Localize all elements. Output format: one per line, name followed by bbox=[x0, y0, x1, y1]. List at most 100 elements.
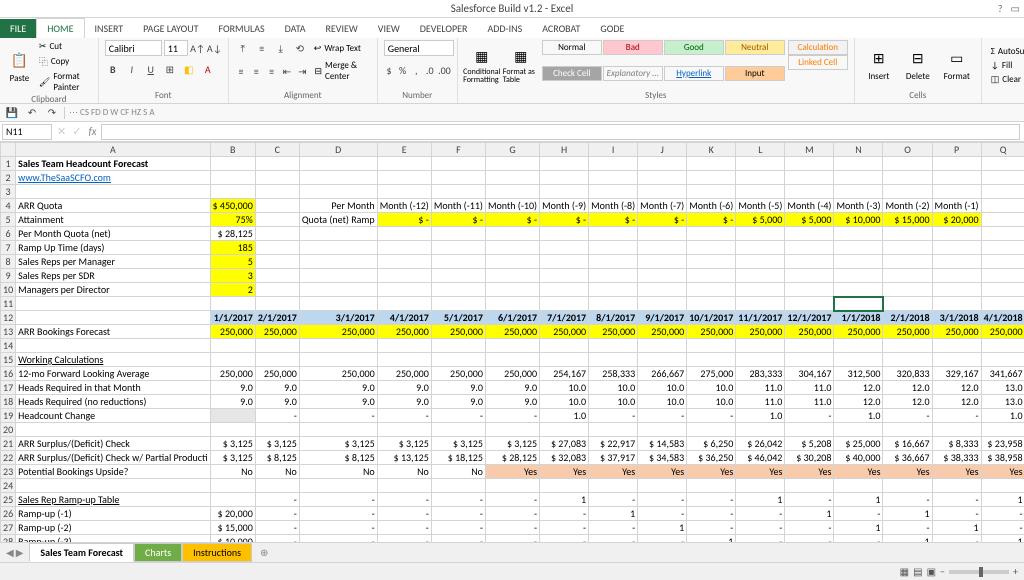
cell[interactable] bbox=[638, 241, 687, 255]
cell[interactable] bbox=[255, 227, 299, 241]
cell[interactable] bbox=[377, 227, 431, 241]
tab-acrobat[interactable]: ACROBAT bbox=[532, 19, 590, 38]
cell[interactable]: $ 8,125 bbox=[299, 451, 377, 465]
col-header[interactable]: D bbox=[299, 143, 377, 157]
cell[interactable]: 9.0 bbox=[431, 395, 485, 409]
cell[interactable] bbox=[687, 283, 736, 297]
cell[interactable] bbox=[589, 185, 638, 199]
cell[interactable]: $ - bbox=[377, 213, 431, 227]
cell[interactable]: Yes bbox=[981, 465, 1024, 479]
cell[interactable]: Managers per Director bbox=[16, 283, 210, 297]
cell[interactable]: 254,167 bbox=[540, 367, 589, 381]
cell[interactable] bbox=[299, 339, 377, 353]
cell[interactable] bbox=[736, 185, 785, 199]
cell[interactable]: 8/1/2017 bbox=[589, 311, 638, 325]
cell[interactable] bbox=[883, 353, 932, 367]
cell[interactable]: 1 bbox=[883, 507, 932, 521]
cell[interactable] bbox=[255, 269, 299, 283]
cell[interactable]: Ramp-up (-2) bbox=[16, 521, 210, 535]
cell[interactable]: $ 5,000 bbox=[785, 213, 834, 227]
cell[interactable]: Heads Required in that Month bbox=[16, 381, 210, 395]
cell[interactable]: $ 3,125 bbox=[299, 437, 377, 451]
cell[interactable]: 250,000 bbox=[299, 325, 377, 339]
cell[interactable]: $ 27,083 bbox=[540, 437, 589, 451]
cell[interactable] bbox=[377, 479, 431, 493]
cell[interactable] bbox=[834, 241, 883, 255]
cell[interactable] bbox=[485, 157, 539, 171]
cell[interactable]: $ 23,958 bbox=[981, 437, 1024, 451]
cell[interactable]: 258,333 bbox=[589, 367, 638, 381]
align-middle-icon[interactable]: ≡ bbox=[254, 40, 270, 56]
cell[interactable] bbox=[981, 269, 1024, 283]
cell[interactable] bbox=[210, 423, 255, 437]
cell[interactable] bbox=[736, 297, 785, 311]
zoom-in-icon[interactable]: + bbox=[1013, 565, 1018, 578]
cell[interactable]: 250,000 bbox=[431, 367, 485, 381]
cell[interactable]: - bbox=[932, 493, 981, 507]
cell[interactable] bbox=[377, 185, 431, 199]
cell[interactable] bbox=[736, 283, 785, 297]
cell[interactable]: $ 20,000 bbox=[210, 507, 255, 521]
cell[interactable]: 275,000 bbox=[687, 367, 736, 381]
cell[interactable]: - bbox=[785, 493, 834, 507]
clear-button[interactable]: ◫Clear bbox=[988, 73, 1024, 86]
cell[interactable] bbox=[255, 185, 299, 199]
cell[interactable]: $ - bbox=[687, 213, 736, 227]
cell[interactable] bbox=[299, 241, 377, 255]
row-header[interactable]: 10 bbox=[1, 283, 16, 297]
cell[interactable] bbox=[883, 241, 932, 255]
cell[interactable]: $ 20,000 bbox=[932, 213, 981, 227]
cell[interactable] bbox=[485, 353, 539, 367]
cell[interactable] bbox=[299, 157, 377, 171]
cell[interactable]: Month (-11) bbox=[431, 199, 485, 213]
cell[interactable] bbox=[834, 157, 883, 171]
cell[interactable]: - bbox=[485, 521, 539, 535]
cell[interactable] bbox=[834, 479, 883, 493]
cell[interactable] bbox=[431, 227, 485, 241]
tab-insert[interactable]: INSERT bbox=[85, 19, 134, 38]
cell[interactable]: 11.0 bbox=[736, 381, 785, 395]
cell[interactable]: Headcount Change bbox=[16, 409, 210, 423]
cell[interactable]: 10.0 bbox=[687, 381, 736, 395]
cell[interactable]: - bbox=[377, 521, 431, 535]
col-header[interactable]: O bbox=[883, 143, 932, 157]
cell[interactable]: 12.0 bbox=[883, 381, 932, 395]
cell[interactable]: 1 bbox=[932, 521, 981, 535]
align-top-icon[interactable]: ⤒ bbox=[235, 40, 251, 56]
cell[interactable] bbox=[883, 283, 932, 297]
tab-gode[interactable]: Gode bbox=[590, 19, 634, 38]
cell[interactable]: - bbox=[431, 507, 485, 521]
cell[interactable]: - bbox=[299, 493, 377, 507]
cell[interactable] bbox=[687, 185, 736, 199]
cell[interactable] bbox=[785, 353, 834, 367]
cell[interactable]: No bbox=[299, 465, 377, 479]
cell[interactable]: $ 16,667 bbox=[883, 437, 932, 451]
cell[interactable] bbox=[932, 185, 981, 199]
cell[interactable]: 250,000 bbox=[210, 367, 255, 381]
cell[interactable] bbox=[687, 297, 736, 311]
cell[interactable] bbox=[687, 227, 736, 241]
cell[interactable]: 1 bbox=[785, 507, 834, 521]
tab-nav-prev-icon[interactable]: ▶ bbox=[16, 546, 24, 559]
cell[interactable] bbox=[589, 157, 638, 171]
cell[interactable]: $ 13,125 bbox=[377, 451, 431, 465]
cell[interactable]: - bbox=[485, 507, 539, 521]
cell[interactable]: 11.0 bbox=[785, 395, 834, 409]
cell[interactable] bbox=[932, 255, 981, 269]
cell[interactable]: Yes bbox=[785, 465, 834, 479]
cell[interactable]: - bbox=[932, 507, 981, 521]
cell[interactable] bbox=[589, 241, 638, 255]
orientation-icon[interactable]: ⟲ bbox=[292, 40, 308, 56]
cell[interactable] bbox=[638, 339, 687, 353]
cell[interactable]: $ 28,125 bbox=[210, 227, 255, 241]
cell[interactable]: 12.0 bbox=[932, 381, 981, 395]
cell[interactable]: 250,000 bbox=[485, 325, 539, 339]
cell[interactable]: Month (-12) bbox=[377, 199, 431, 213]
fx-icon[interactable]: fx bbox=[88, 125, 96, 138]
cell[interactable] bbox=[540, 171, 589, 185]
cell[interactable] bbox=[540, 269, 589, 283]
cell[interactable]: Month (-3) bbox=[834, 199, 883, 213]
cell[interactable] bbox=[981, 213, 1024, 227]
name-box[interactable]: N11 bbox=[2, 124, 52, 140]
fill-button[interactable]: ↓Fill bbox=[988, 59, 1024, 72]
